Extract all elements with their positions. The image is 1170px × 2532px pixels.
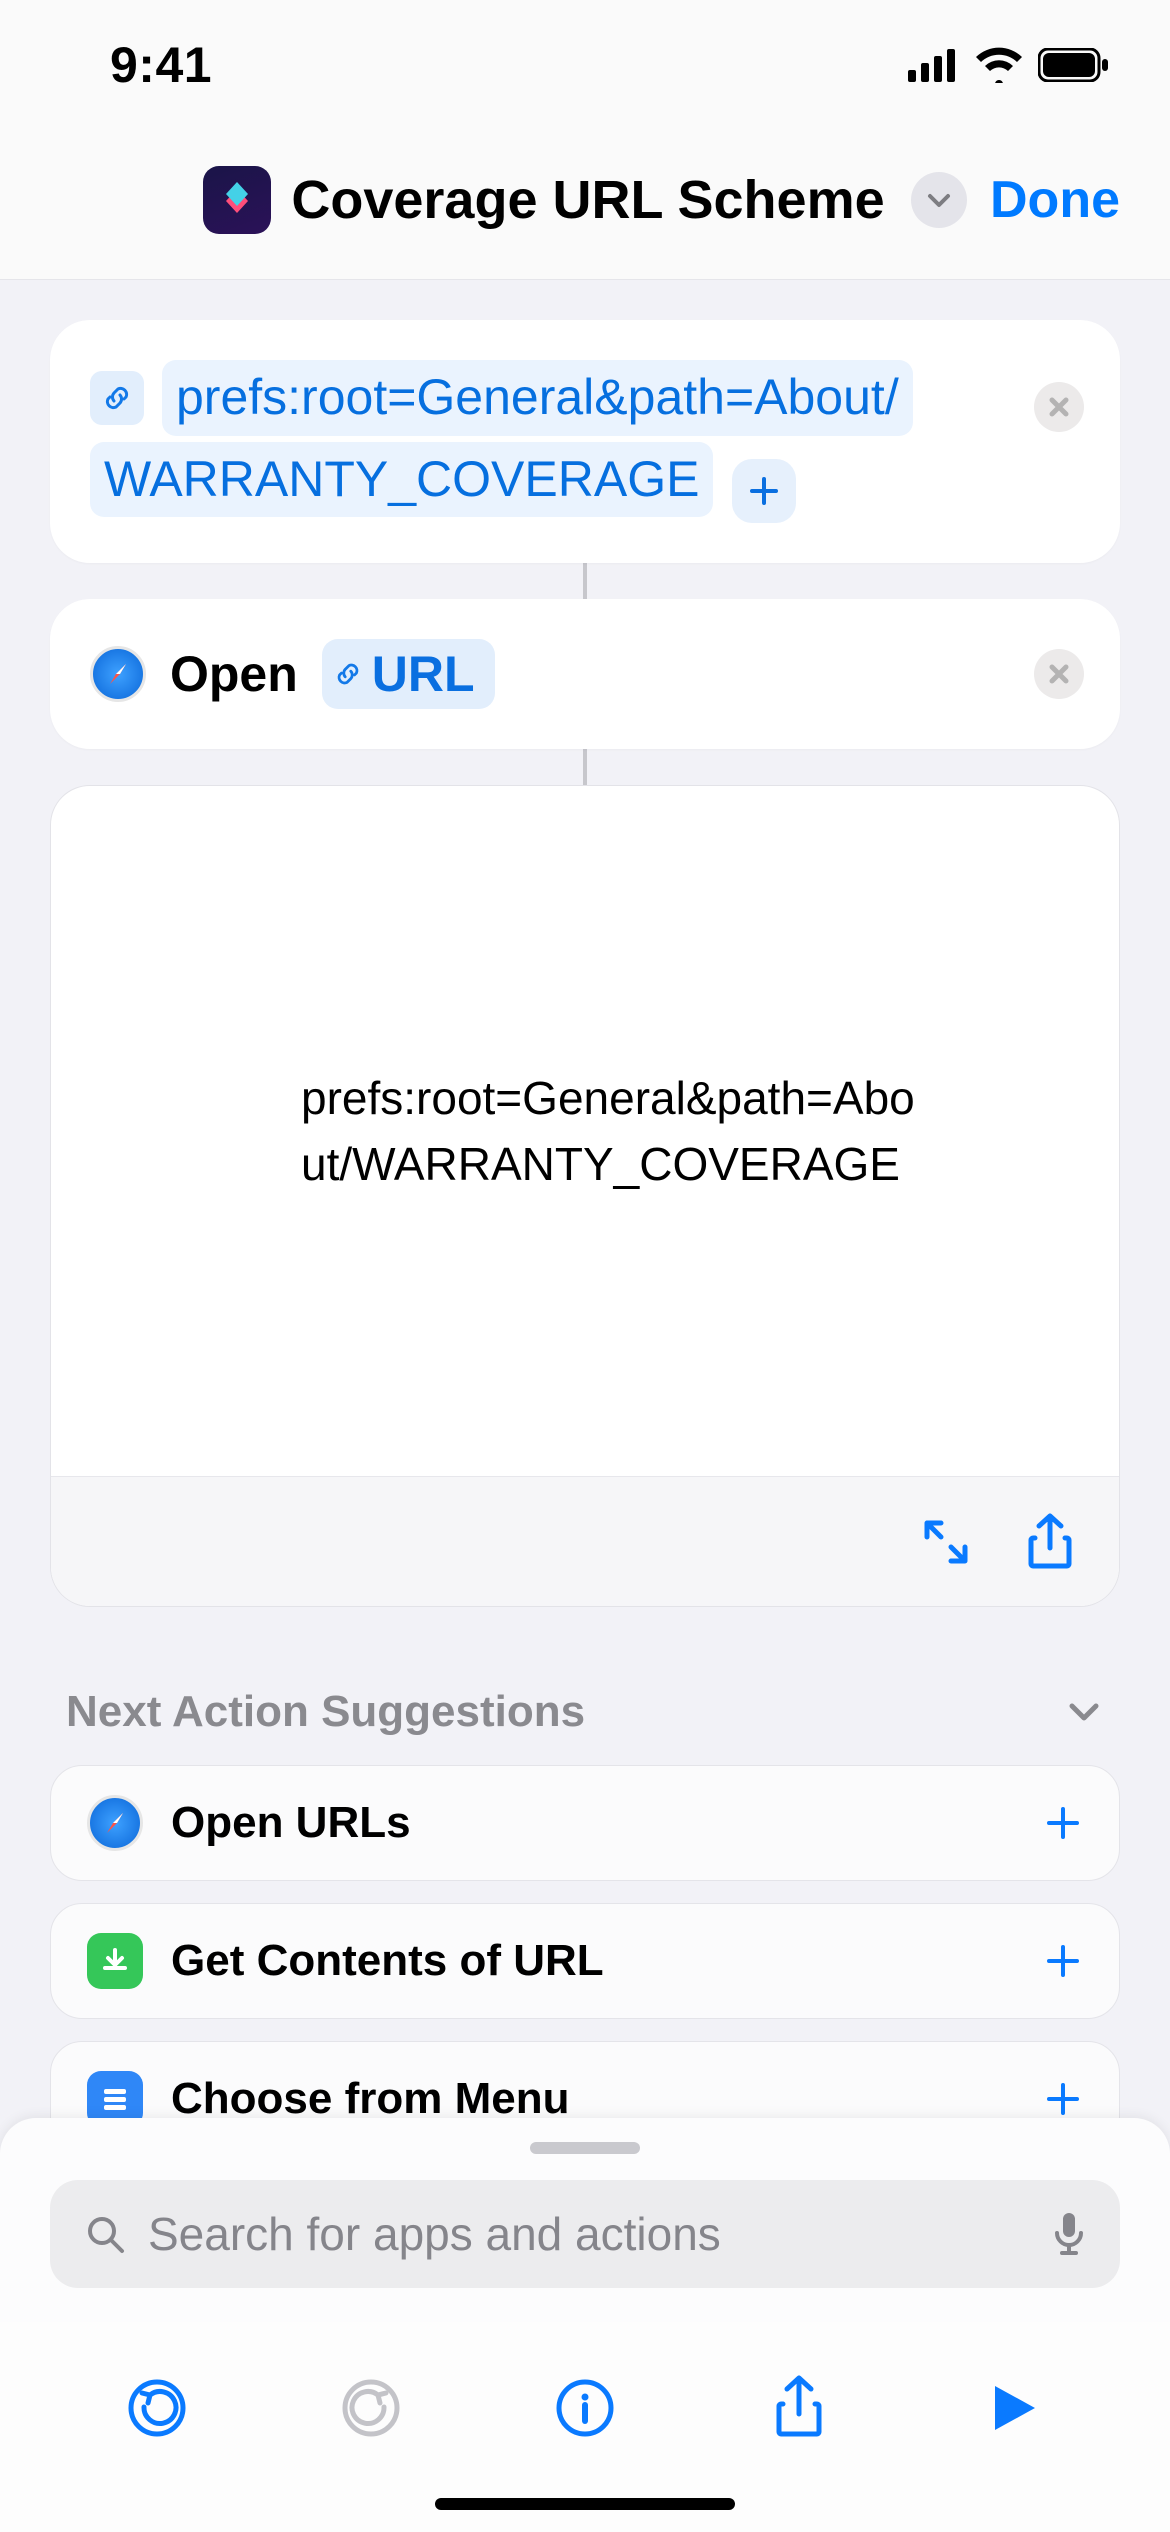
action-open-url-card[interactable]: Open URL xyxy=(50,599,1120,749)
url-variable-label: URL xyxy=(372,645,475,703)
add-url-token-button[interactable] xyxy=(732,459,796,523)
share-button[interactable] xyxy=(759,2368,839,2448)
remove-action-button[interactable] xyxy=(1034,382,1084,432)
battery-icon xyxy=(1038,48,1110,82)
suggestions-title: Next Action Suggestions xyxy=(66,1687,585,1737)
link-icon xyxy=(334,660,362,688)
plus-icon xyxy=(1043,2079,1083,2119)
undo-button[interactable] xyxy=(117,2368,197,2448)
download-icon xyxy=(87,1933,143,1989)
safari-icon xyxy=(87,1795,143,1851)
action-connector xyxy=(583,563,587,599)
redo-icon xyxy=(340,2377,402,2439)
chevron-down-icon xyxy=(926,187,952,213)
suggestion-label: Open URLs xyxy=(171,1798,1015,1848)
result-footer xyxy=(51,1476,1119,1606)
remove-action-button[interactable] xyxy=(1034,649,1084,699)
redo-button[interactable] xyxy=(331,2368,411,2448)
info-button[interactable] xyxy=(545,2368,625,2448)
expand-result-button[interactable] xyxy=(919,1515,973,1569)
undo-icon xyxy=(126,2377,188,2439)
status-time: 9:41 xyxy=(60,36,212,94)
plus-icon xyxy=(1043,1803,1083,1843)
search-icon xyxy=(84,2213,126,2255)
play-icon xyxy=(985,2380,1041,2436)
done-button[interactable]: Done xyxy=(990,170,1120,230)
share-icon xyxy=(771,2374,827,2442)
suggestion-open-urls[interactable]: Open URLs xyxy=(50,1765,1120,1881)
wifi-icon xyxy=(974,47,1024,83)
shortcuts-app-icon xyxy=(203,166,271,234)
plus-icon xyxy=(747,474,781,508)
url-token-line2[interactable]: WARRANTY_COVERAGE xyxy=(90,442,713,518)
search-placeholder: Search for apps and actions xyxy=(148,2207,1030,2261)
close-icon xyxy=(1047,662,1071,686)
action-search-sheet[interactable]: Search for apps and actions xyxy=(0,2118,1170,2322)
plus-icon xyxy=(1043,1941,1083,1981)
expand-icon xyxy=(919,1515,973,1569)
search-field[interactable]: Search for apps and actions xyxy=(50,2180,1120,2288)
url-token-line1[interactable]: prefs:root=General&path=About/ xyxy=(162,360,913,436)
action-url-card[interactable]: prefs:root=General&path=About/ WARRANTY_… xyxy=(50,320,1120,563)
suggestion-label: Choose from Menu xyxy=(171,2074,1015,2124)
title-bar: Coverage URL Scheme Done xyxy=(0,120,1170,280)
sheet-grabber[interactable] xyxy=(530,2142,640,2154)
share-result-button[interactable] xyxy=(1025,1512,1075,1572)
close-icon xyxy=(1047,395,1071,419)
chevron-down-icon xyxy=(1064,1692,1104,1732)
share-icon xyxy=(1025,1512,1075,1572)
home-indicator xyxy=(435,2498,735,2510)
url-variable-pill[interactable]: URL xyxy=(322,639,495,709)
result-preview-card: prefs:root=General&path=About/WARRANTY_C… xyxy=(50,785,1120,1607)
result-text: prefs:root=General&path=About/WARRANTY_C… xyxy=(101,1065,1069,1198)
shortcut-title: Coverage URL Scheme xyxy=(291,169,884,231)
status-bar: 9:41 xyxy=(0,0,1170,120)
action-connector xyxy=(583,749,587,785)
suggestions-header[interactable]: Next Action Suggestions xyxy=(50,1607,1120,1765)
run-button[interactable] xyxy=(973,2368,1053,2448)
cellular-icon xyxy=(908,48,960,82)
title-more-button[interactable] xyxy=(911,172,967,228)
mic-icon[interactable] xyxy=(1052,2211,1086,2257)
open-verb-label: Open xyxy=(170,645,298,703)
title-group[interactable]: Coverage URL Scheme xyxy=(203,166,966,234)
info-icon xyxy=(554,2377,616,2439)
link-icon xyxy=(90,371,144,425)
status-indicators xyxy=(908,47,1110,83)
safari-icon xyxy=(90,646,146,702)
suggestion-get-contents[interactable]: Get Contents of URL xyxy=(50,1903,1120,2019)
suggestion-label: Get Contents of URL xyxy=(171,1936,1015,1986)
